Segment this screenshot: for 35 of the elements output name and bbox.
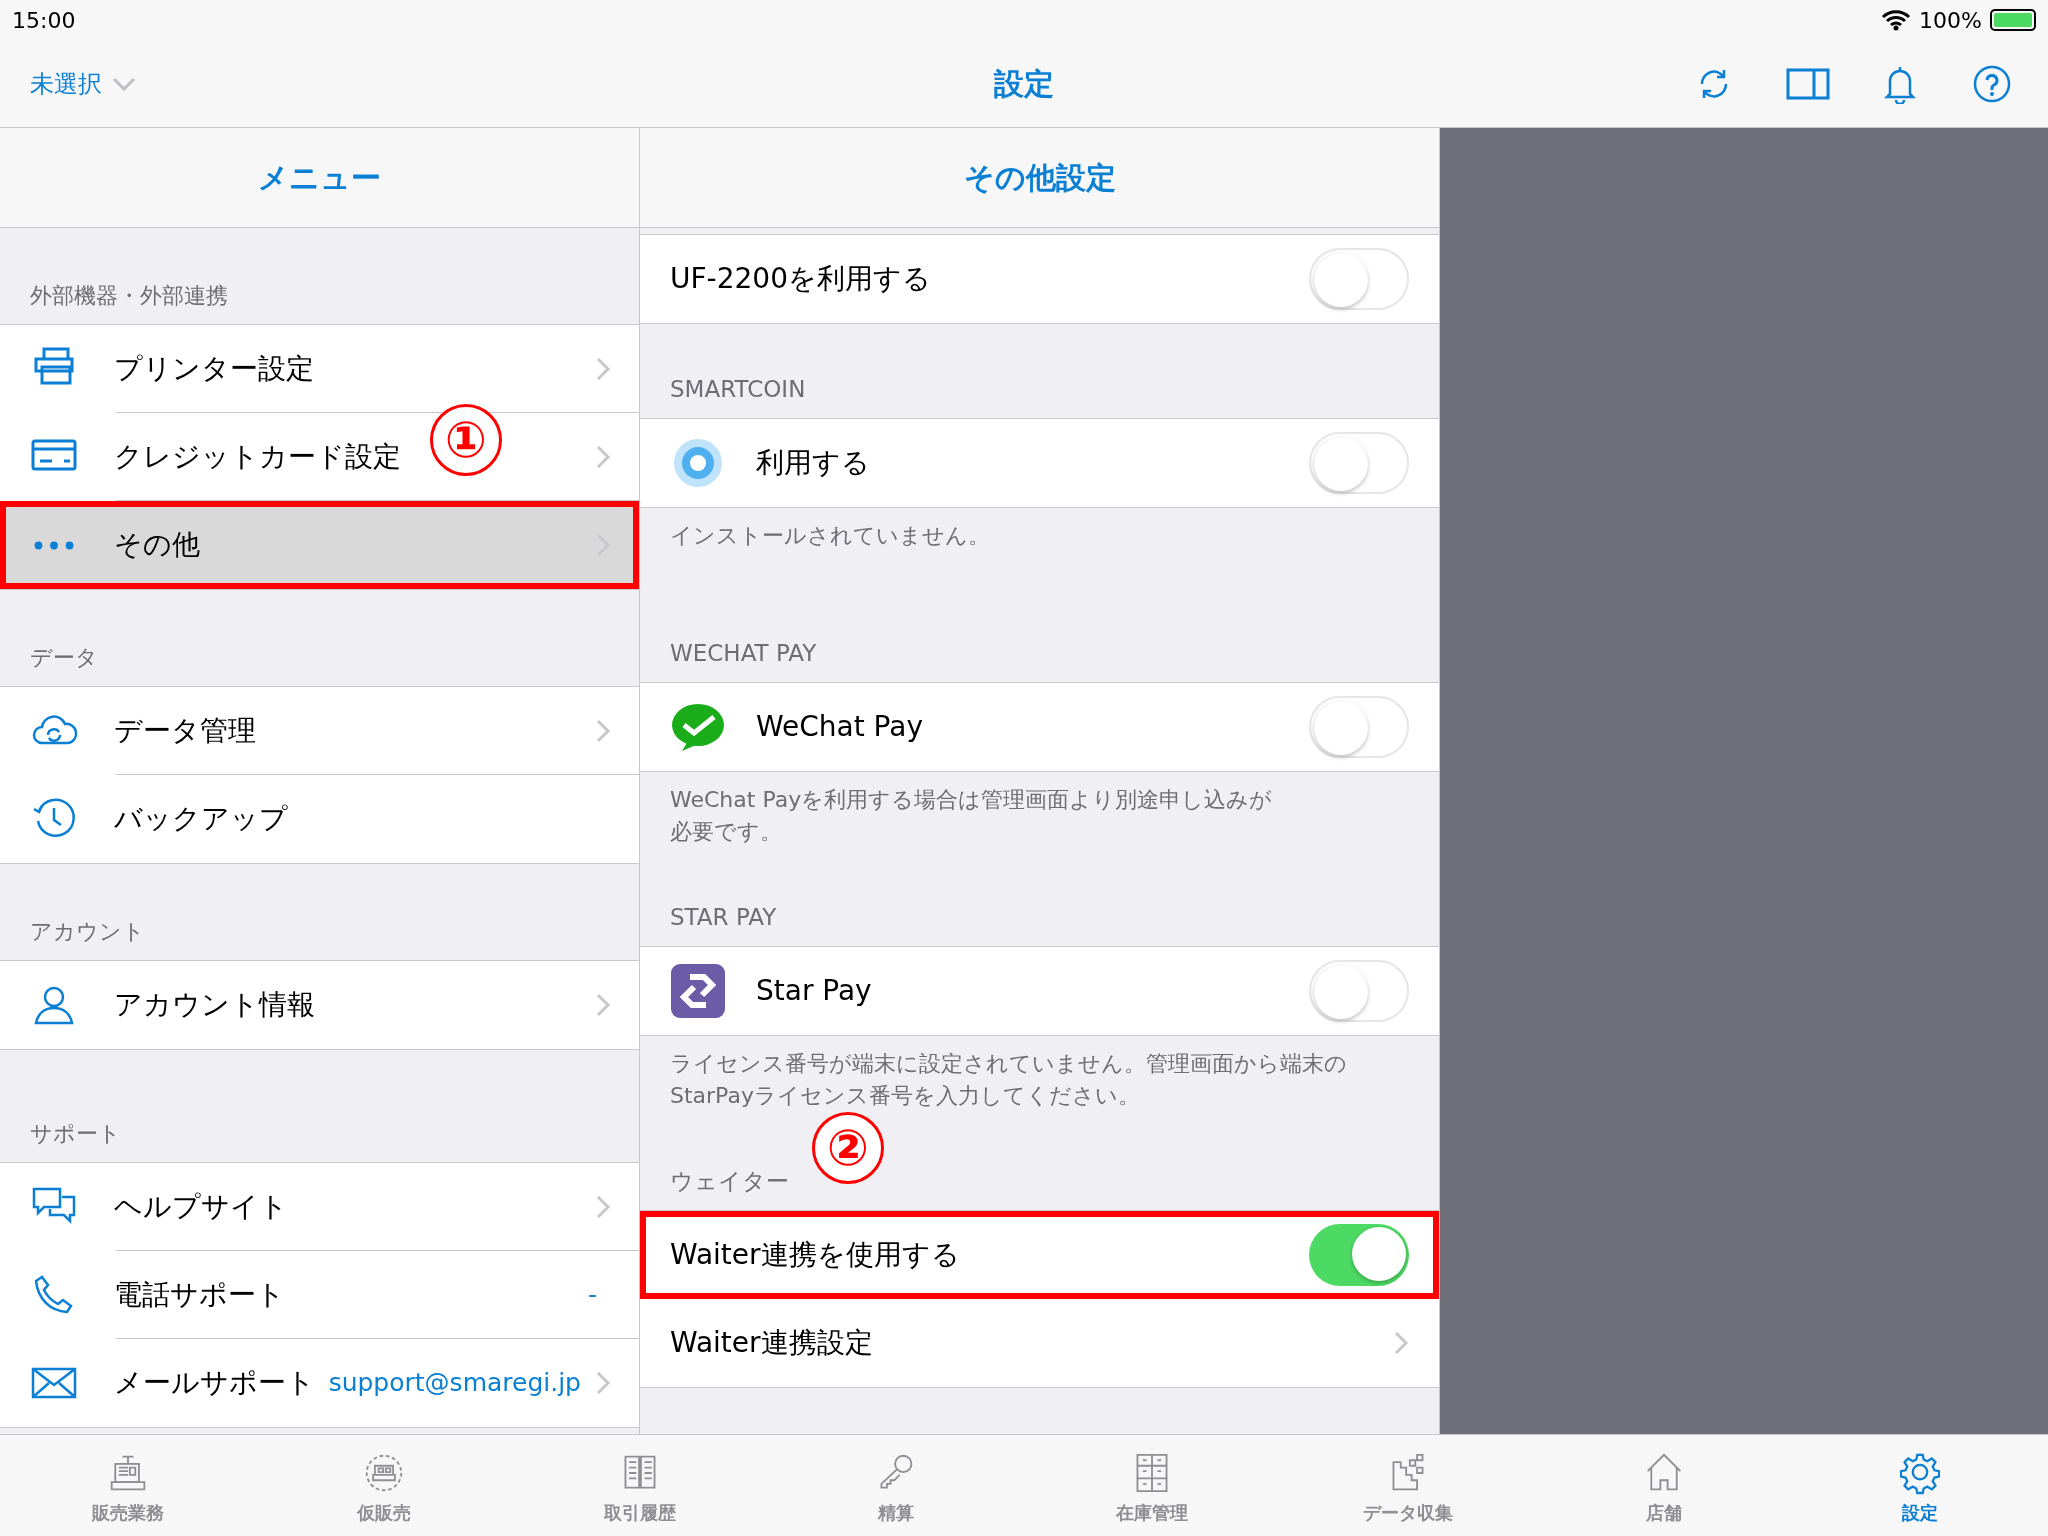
chevron-down-icon bbox=[112, 76, 136, 91]
section-header: データ bbox=[30, 644, 98, 672]
settings-icon bbox=[1900, 1451, 1940, 1495]
panel-title: その他設定 bbox=[963, 159, 1116, 197]
chevron-right-icon bbox=[595, 992, 611, 1018]
chevron-right-icon bbox=[1393, 1330, 1409, 1356]
footer-note: ライセンス番号が端末に設定されていません。管理画面から端末のStarPayライセンス番号を入力してください。 bbox=[670, 1050, 1348, 1110]
section-header: WECHAT PAY bbox=[670, 638, 817, 668]
menu-item[interactable]: その他 bbox=[0, 501, 639, 589]
status-time: 15:00 bbox=[12, 6, 76, 35]
section-header: 外部機器・外部連携 bbox=[30, 282, 228, 310]
chevron-right-icon bbox=[595, 1194, 611, 1220]
settings-row: Waiter連携を使用する bbox=[640, 1211, 1439, 1299]
battery-percent: 100% bbox=[1919, 6, 1982, 35]
wifi-icon bbox=[1881, 9, 1912, 31]
battery-icon bbox=[1990, 9, 2036, 31]
chevron-right-icon bbox=[595, 1370, 611, 1396]
footer-note: WeChat Payを利用する場合は管理画面より別途申し込みが必要です。 bbox=[670, 786, 1274, 846]
panel-title: メニュー bbox=[258, 159, 381, 197]
tab-bar-item[interactable]: 設定 bbox=[1792, 1435, 2048, 1536]
chevron-right-icon bbox=[595, 444, 611, 470]
footer-note: インストールされていません。 bbox=[670, 522, 991, 550]
detail-text: - bbox=[587, 1279, 597, 1312]
more-icon bbox=[34, 540, 74, 550]
detail-text: support@smaregi.jp bbox=[328, 1367, 581, 1400]
section-header: サポート bbox=[30, 1120, 121, 1148]
section-header: アカウント bbox=[30, 918, 145, 946]
chevron-right-icon bbox=[595, 718, 611, 744]
nav-title: 設定 bbox=[994, 65, 1054, 103]
chevron-right-icon bbox=[595, 356, 611, 382]
section-header: SMARTCOIN bbox=[670, 374, 806, 404]
unselected-dropdown[interactable]: 未選択 bbox=[30, 65, 136, 102]
section-header: STAR PAY bbox=[670, 902, 777, 932]
section-header: ウェイター bbox=[670, 1166, 789, 1196]
app-logo-icon bbox=[670, 963, 726, 1019]
